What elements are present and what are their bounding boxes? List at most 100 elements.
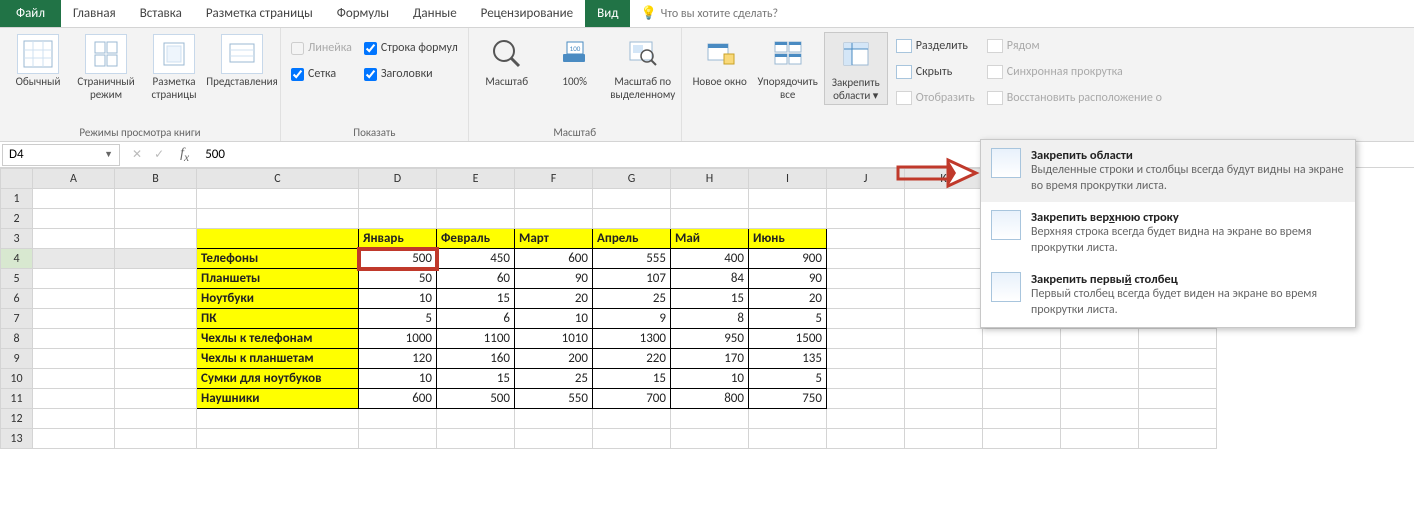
row-header[interactable]: 12: [1, 409, 33, 429]
zoom-100-button[interactable]: 100100%: [543, 32, 607, 91]
resetpos-icon: [987, 91, 1003, 105]
tell-me-search[interactable]: 💡 Что вы хотите сделать?: [630, 0, 788, 27]
col-header[interactable]: B: [115, 169, 197, 189]
col-header[interactable]: C: [197, 169, 359, 189]
unhide-button: Отобразить: [896, 88, 975, 108]
annotation-arrow-icon: [896, 156, 980, 190]
arrange-all-button[interactable]: Упорядочить все: [756, 32, 820, 103]
tell-me-text: Что вы хотите сделать?: [661, 7, 778, 21]
col-header[interactable]: D: [359, 169, 437, 189]
menu-view[interactable]: Вид: [585, 0, 630, 27]
cell[interactable]: Телефоны: [197, 249, 359, 269]
group-label-views: Режимы просмотра книги: [6, 124, 274, 141]
check-ruler[interactable]: Линейка: [291, 38, 352, 58]
freeze-top-row-icon: [991, 210, 1021, 240]
hide-button[interactable]: Скрыть: [896, 62, 975, 82]
freeze-panes-option[interactable]: Закрепить областиВыделенные строки и сто…: [981, 140, 1355, 202]
ribbon-group-window: Новое окно Упорядочить все Закрепить обл…: [682, 28, 1172, 141]
menu-data[interactable]: Данные: [401, 0, 469, 27]
menu-file[interactable]: Файл: [0, 0, 61, 27]
group-label-show: Показать: [287, 124, 462, 141]
menu-review[interactable]: Рецензирование: [469, 0, 585, 27]
pagebreak-icon: [85, 34, 127, 74]
bulb-icon: 💡: [640, 6, 656, 21]
col-header[interactable]: F: [515, 169, 593, 189]
cell-active[interactable]: 500: [359, 249, 437, 269]
gridlines-checkbox[interactable]: [291, 68, 304, 81]
row-header[interactable]: 1: [1, 189, 33, 209]
view-normal-button[interactable]: Обычный: [6, 32, 70, 91]
freeze-first-column-option[interactable]: Закрепить первый столбецПервый столбец в…: [981, 264, 1355, 326]
row-header[interactable]: 6: [1, 289, 33, 309]
pagelayout-icon: [153, 34, 195, 74]
select-all-corner[interactable]: [1, 169, 33, 189]
ribbon: Обычный Страничный режим Разметка страни…: [0, 28, 1414, 142]
new-window-button[interactable]: Новое окно: [688, 32, 752, 91]
formula-bar-checkbox[interactable]: [364, 42, 377, 55]
menu-formulas[interactable]: Формулы: [325, 0, 401, 27]
col-header[interactable]: J: [827, 169, 905, 189]
zoom-selection-icon: [622, 34, 664, 74]
enter-icon[interactable]: ✓: [154, 147, 164, 162]
row-header[interactable]: 7: [1, 309, 33, 329]
menu-insert[interactable]: Вставка: [128, 0, 194, 27]
view-custom-button[interactable]: Представления: [210, 32, 274, 91]
split-icon: [896, 39, 912, 53]
row-header[interactable]: 10: [1, 369, 33, 389]
menu-page-layout[interactable]: Разметка страницы: [194, 0, 325, 27]
ribbon-group-zoom: Масштаб 100100% Масштаб по выделенному М…: [469, 28, 682, 141]
ruler-checkbox[interactable]: [291, 42, 304, 55]
check-formula-bar[interactable]: Строка формул: [364, 38, 458, 58]
sidebyside-icon: [987, 39, 1003, 53]
row-header[interactable]: 9: [1, 349, 33, 369]
svg-text:100: 100: [569, 44, 580, 53]
unhide-icon: [896, 91, 912, 105]
row-header[interactable]: 8: [1, 329, 33, 349]
name-box[interactable]: D4▼: [2, 144, 120, 166]
row-header[interactable]: 3: [1, 229, 33, 249]
col-header[interactable]: E: [437, 169, 515, 189]
freeze-top-row-option[interactable]: Закрепить верхнюю строкуВерхняя строка в…: [981, 202, 1355, 264]
zoom-button[interactable]: Масштаб: [475, 32, 539, 91]
group-label-zoom: Масштаб: [475, 124, 675, 141]
menu-home[interactable]: Главная: [61, 0, 128, 27]
col-header[interactable]: G: [593, 169, 671, 189]
col-header[interactable]: A: [33, 169, 115, 189]
split-button[interactable]: Разделить: [896, 36, 975, 56]
arrange-icon: [767, 34, 809, 74]
row-header[interactable]: 5: [1, 269, 33, 289]
menu-bar: Файл Главная Вставка Разметка страницы Ф…: [0, 0, 1414, 28]
new-window-icon: [699, 34, 741, 74]
row-header[interactable]: 11: [1, 389, 33, 409]
reset-position-button: Восстановить расположение о: [987, 88, 1162, 108]
freeze-panes-menu: Закрепить областиВыделенные строки и сто…: [980, 139, 1356, 328]
sidebyside-button: Рядом: [987, 36, 1162, 56]
row-header[interactable]: 4: [1, 249, 33, 269]
row-header[interactable]: 2: [1, 209, 33, 229]
chevron-down-icon: ▾: [873, 89, 879, 102]
check-gridlines[interactable]: Сетка: [291, 64, 352, 84]
zoom-selection-button[interactable]: Масштаб по выделенному: [611, 32, 675, 103]
magnifier-icon: [486, 34, 528, 74]
ribbon-group-show: Линейка Сетка Строка формул Заголовки По…: [281, 28, 469, 141]
sync-scroll-button: Синхронная прокрутка: [987, 62, 1162, 82]
check-headings[interactable]: Заголовки: [364, 64, 458, 84]
freeze-panes-button[interactable]: Закрепить области ▾: [824, 32, 888, 105]
fx-icon[interactable]: fx: [174, 146, 195, 164]
row-header[interactable]: 13: [1, 429, 33, 449]
headings-checkbox[interactable]: [364, 68, 377, 81]
formula-input[interactable]: 500: [195, 147, 235, 162]
ribbon-group-views: Обычный Страничный режим Разметка страни…: [0, 28, 281, 141]
col-header[interactable]: H: [671, 169, 749, 189]
cancel-icon[interactable]: ✕: [132, 147, 142, 162]
custom-views-icon: [221, 34, 263, 74]
syncscroll-icon: [987, 65, 1003, 79]
hide-icon: [896, 65, 912, 79]
freeze-icon: [835, 35, 877, 75]
view-pagelayout-button[interactable]: Разметка страницы: [142, 32, 206, 103]
chevron-down-icon[interactable]: ▼: [104, 149, 113, 160]
zoom-100-icon: 100: [554, 34, 596, 74]
col-header[interactable]: I: [749, 169, 827, 189]
freeze-panes-icon: [991, 148, 1021, 178]
view-pagebreak-button[interactable]: Страничный режим: [74, 32, 138, 103]
